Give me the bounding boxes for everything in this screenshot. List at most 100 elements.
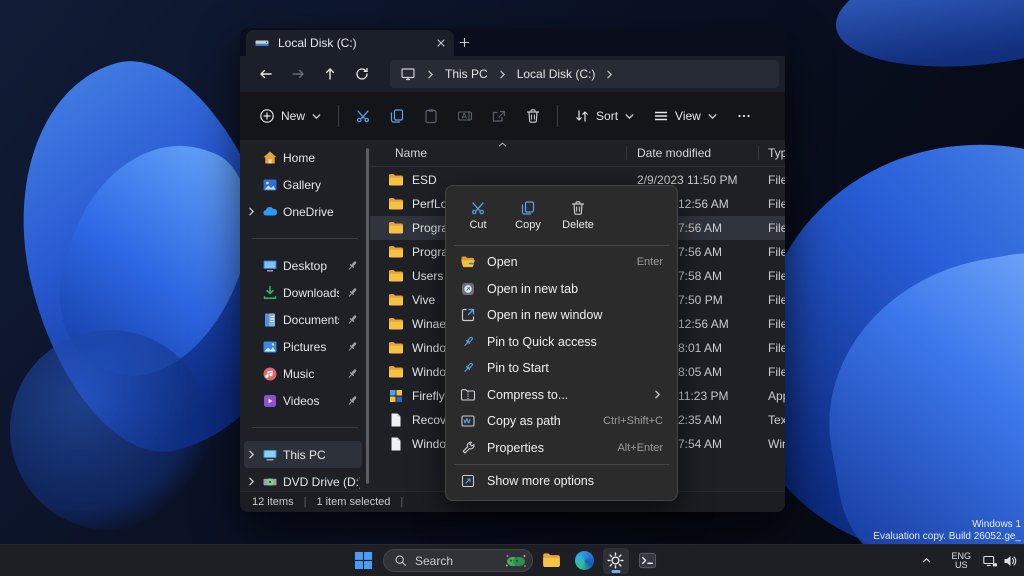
delete-button[interactable] <box>516 100 550 132</box>
copy-path-icon <box>460 413 476 429</box>
file-type: Win <box>768 437 785 451</box>
new-button[interactable]: New <box>250 100 331 132</box>
context-item-open-in-new-window[interactable]: Open in new window <box>451 302 672 329</box>
search-input[interactable]: Search <box>383 549 533 572</box>
context-quick-label: Cut <box>469 218 487 231</box>
volume-tray-button[interactable] <box>1000 553 1020 569</box>
context-item-open[interactable]: Open Enter <box>451 249 672 276</box>
titlebar[interactable]: Local Disk (C:) <box>240 28 785 56</box>
pictures-icon <box>262 339 278 355</box>
selected-count: 1 item selected <box>316 496 391 508</box>
sidebar-item-gallery[interactable]: Gallery <box>244 171 362 198</box>
sidebar-scrollbar[interactable] <box>366 148 369 484</box>
sidebar-item-onedrive[interactable]: OneDrive <box>244 198 362 225</box>
edge-taskbar-icon[interactable] <box>571 548 597 574</box>
paste-button[interactable] <box>414 100 448 132</box>
context-menu-separator <box>454 464 669 465</box>
column-header-name[interactable]: Name <box>395 146 427 160</box>
more-options-button[interactable] <box>727 100 761 132</box>
context-quick-delete[interactable]: Delete <box>553 192 603 238</box>
sidebar-item-label: Videos <box>283 393 320 408</box>
refresh-button[interactable] <box>346 60 378 88</box>
chevron-right-icon <box>246 368 257 379</box>
network-tray-button[interactable] <box>980 553 1000 569</box>
sidebar-item-home[interactable]: Home <box>244 144 362 171</box>
breadcrumb-this-pc[interactable]: This PC <box>445 67 488 81</box>
language-indicator[interactable]: ENG US <box>951 551 971 570</box>
file-date-modified: 2:35 AM <box>678 413 723 427</box>
cut-button[interactable] <box>346 100 380 132</box>
trash-icon <box>525 108 541 124</box>
column-divider[interactable] <box>758 146 759 160</box>
context-item-pin-to-quick-access[interactable]: Pin to Quick access <box>451 329 672 356</box>
view-button[interactable]: View <box>644 100 727 132</box>
share-button[interactable] <box>482 100 516 132</box>
context-item-label: Compress to... <box>487 387 569 402</box>
file-date-modified: 7:58 AM <box>678 269 723 283</box>
context-item-label: Pin to Start <box>487 361 549 376</box>
new-tab-icon <box>460 281 476 297</box>
copy-button[interactable] <box>380 100 414 132</box>
sidebar-item-label: Music <box>283 366 315 381</box>
network-icon <box>982 553 998 569</box>
pinned-icon <box>344 339 360 355</box>
context-item-open-in-new-tab[interactable]: Open in new tab <box>451 276 672 303</box>
plus-icon <box>459 37 470 48</box>
column-header-date-modified[interactable]: Date modified <box>637 146 711 160</box>
documents-icon <box>262 312 278 328</box>
file-folder-icon <box>388 172 404 188</box>
explorer-tab[interactable]: Local Disk (C:) <box>246 30 454 56</box>
context-item-shortcut: Ctrl+Shift+C <box>603 415 663 428</box>
terminal-taskbar-icon[interactable] <box>635 548 661 574</box>
file-date-modified: 12:56 AM <box>678 197 729 211</box>
chevron-right-icon <box>246 179 257 190</box>
context-menu-separator <box>454 245 669 246</box>
column-header-type[interactable]: Typ <box>768 146 785 160</box>
file-name: Progra <box>412 245 449 259</box>
breadcrumb-local-disk[interactable]: Local Disk (C:) <box>517 67 596 81</box>
file-explorer-taskbar-icon[interactable] <box>539 548 565 574</box>
file-folder-icon <box>388 340 404 356</box>
back-button[interactable] <box>250 60 282 88</box>
context-item-pin-to-start[interactable]: Pin to Start <box>451 355 672 382</box>
pinned-icon <box>344 312 360 328</box>
sidebar-item-label: Gallery <box>283 177 322 192</box>
forward-button[interactable] <box>282 60 314 88</box>
delete-icon <box>570 200 586 216</box>
sidebar-item-downloads[interactable]: Downloads <box>244 279 362 306</box>
context-item-show-more-options[interactable]: Show more options <box>451 468 672 495</box>
windows-logo-icon <box>354 551 374 571</box>
new-tab-button[interactable] <box>454 33 474 51</box>
context-item-properties[interactable]: Properties Alt+Enter <box>451 435 672 462</box>
sidebar-item-this-pc[interactable]: This PC <box>244 441 362 468</box>
context-item-copy-as-path[interactable]: Copy as path Ctrl+Shift+C <box>451 408 672 435</box>
search-highlight-mask-icon <box>505 553 527 569</box>
rename-button[interactable] <box>448 100 482 132</box>
file-folder-icon <box>388 364 404 380</box>
sidebar-item-music[interactable]: Music <box>244 360 362 387</box>
tray-overflow-button[interactable] <box>915 555 937 566</box>
sidebar-item-label: Downloads <box>283 285 339 300</box>
context-quick-label: Delete <box>562 218 594 231</box>
navigation-pane: Home Gallery OneDrive Desktop Downloads Docum… <box>240 140 370 492</box>
arrow-left-icon <box>258 66 274 82</box>
up-button[interactable] <box>314 60 346 88</box>
sort-button[interactable]: Sort <box>565 100 644 132</box>
sidebar-item-desktop[interactable]: Desktop <box>244 252 362 279</box>
sidebar-item-pictures[interactable]: Pictures <box>244 333 362 360</box>
context-quick-copy[interactable]: Copy <box>503 192 553 238</box>
music-icon <box>262 366 278 382</box>
context-item-compress-to[interactable]: Compress to... <box>451 382 672 409</box>
file-folder-icon <box>388 220 404 236</box>
sidebar-item-documents[interactable]: Documents <box>244 306 362 333</box>
context-quick-cut[interactable]: Cut <box>453 192 503 238</box>
start-button[interactable] <box>351 548 377 574</box>
toolbar-separator <box>338 105 340 127</box>
sidebar-item-videos[interactable]: Videos <box>244 387 362 414</box>
file-name: ESD <box>412 173 437 187</box>
tab-close-icon[interactable] <box>436 38 446 48</box>
column-divider[interactable] <box>626 146 627 160</box>
address-bar[interactable]: This PC Local Disk (C:) <box>390 60 779 88</box>
settings-taskbar-icon[interactable] <box>603 547 629 574</box>
sidebar-item-label: OneDrive <box>283 204 334 219</box>
